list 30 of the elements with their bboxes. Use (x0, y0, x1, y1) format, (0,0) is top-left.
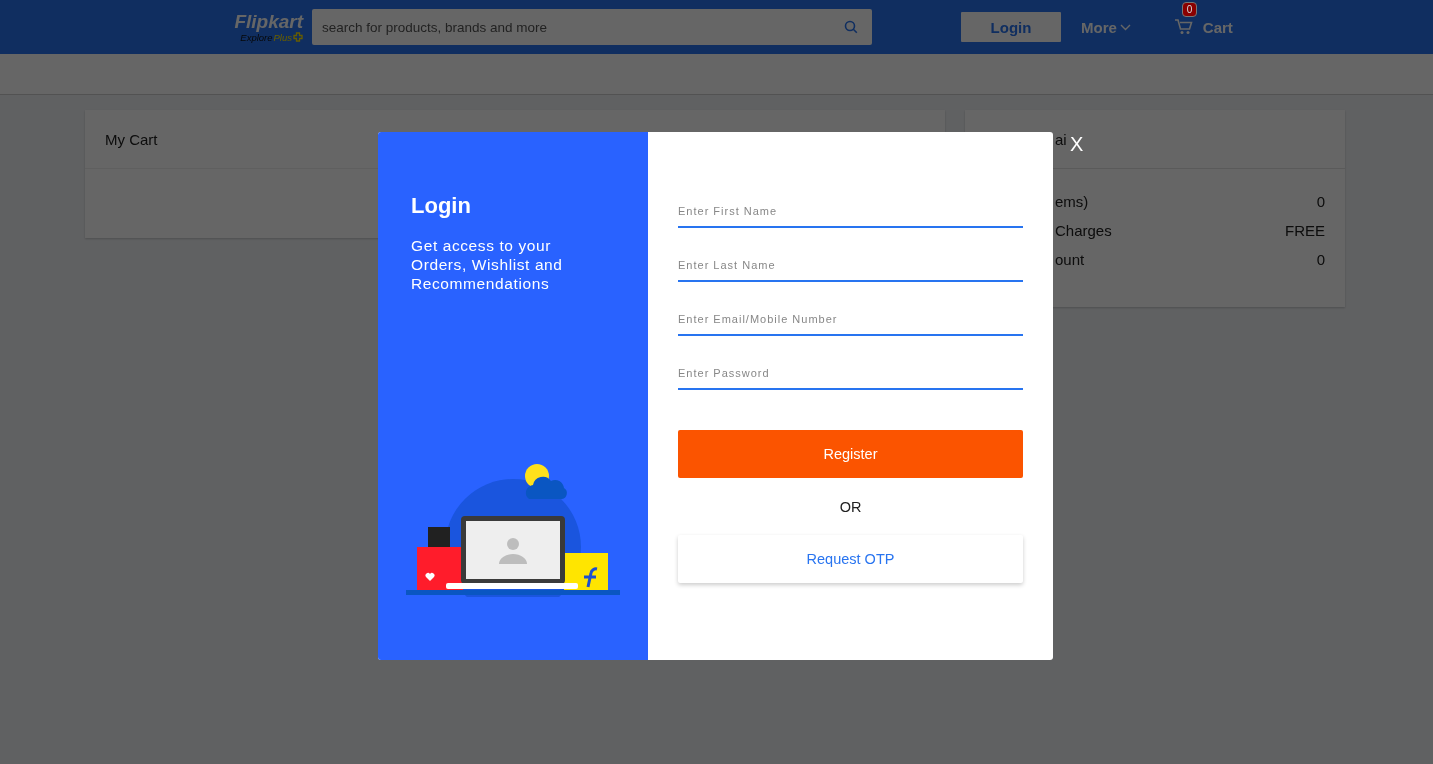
cart-count-badge: 0 (1181, 1, 1198, 17)
price-value: FREE (1285, 222, 1325, 240)
register-button[interactable]: Register (678, 430, 1023, 478)
input-field[interactable]: Enter Last Name (678, 250, 1023, 282)
logo-tagline: Plus (273, 31, 292, 43)
cart-title: My Cart (105, 130, 158, 148)
more-menu[interactable]: More (1081, 18, 1117, 36)
input-field[interactable]: Enter Password (678, 358, 1023, 390)
price-value: 0 (1316, 251, 1325, 269)
price-value: 0 (1316, 193, 1325, 211)
cart-icon[interactable] (1174, 19, 1193, 35)
cart-link[interactable]: Cart (1202, 18, 1233, 36)
logo-wordmark[interactable]: Flipkart (234, 11, 303, 32)
search-field[interactable]: search for products, brands and more (312, 9, 872, 45)
price-label: ems) (1055, 193, 1089, 211)
modal-subtitle: Get access to your Orders, Wishlist and Recommendations (411, 236, 564, 293)
search-icon[interactable] (844, 20, 858, 34)
close-button[interactable]: X (1070, 133, 1084, 156)
logo-tagline: Explore (240, 31, 273, 43)
request-otp-button[interactable]: Request OTP (678, 535, 1023, 583)
input-field[interactable]: Enter Email/Mobile Number (678, 304, 1023, 336)
price-title: ai (1055, 130, 1067, 148)
modal-title: Login (411, 192, 472, 220)
separator-text: OR (839, 499, 862, 515)
plus-icon (293, 32, 303, 42)
input-field[interactable]: Enter First Name (678, 196, 1023, 228)
price-label: Charges (1055, 222, 1112, 240)
chevron-down-icon[interactable] (1119, 23, 1131, 31)
login-button[interactable]: Login (961, 12, 1061, 42)
price-label: ount (1055, 251, 1085, 269)
